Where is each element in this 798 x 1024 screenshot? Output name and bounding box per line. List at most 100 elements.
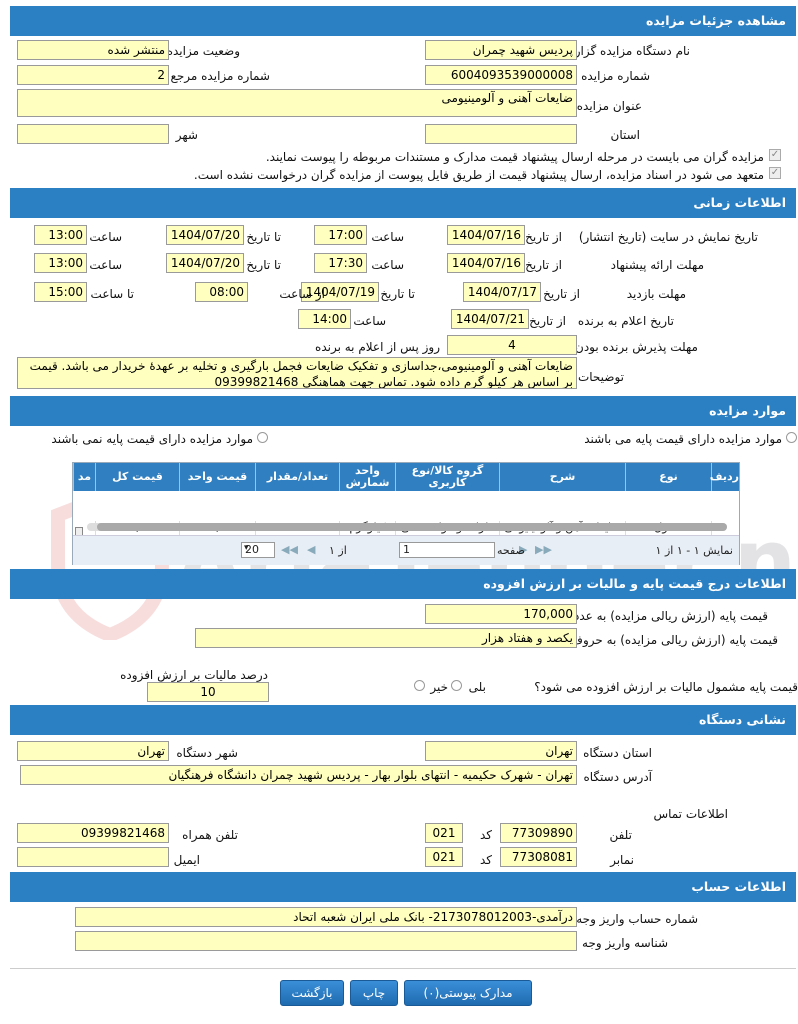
ref-label: شماره مزایده مرجع bbox=[170, 69, 270, 83]
r2-hour2-label: ساعت bbox=[89, 258, 122, 272]
r1-from-label: از تاریخ bbox=[525, 230, 562, 244]
r3-from-hour-label: از ساعت bbox=[279, 287, 325, 301]
attachments-button[interactable]: مدارک پیوستی(۰) bbox=[404, 980, 532, 1006]
accept-deadline-label: مهلت پذیرش برنده بودن bbox=[575, 340, 698, 354]
account-number-field: درآمدی-2173078012003- بانک ملی ایران شعب… bbox=[75, 907, 577, 927]
vat-yes-label: بلی bbox=[468, 680, 486, 694]
mobile-label: تلفن همراه bbox=[182, 828, 238, 842]
without-base-price-radio[interactable] bbox=[257, 432, 268, 443]
r3-to-hour-field: 15:00 bbox=[34, 282, 87, 302]
vat-pct-label: درصد مالیات بر ارزش افزوده bbox=[120, 668, 268, 682]
payment-id-field bbox=[75, 931, 577, 951]
section-account-header: اطلاعات حساب bbox=[10, 872, 796, 902]
fax-code-label: کد bbox=[479, 853, 492, 867]
page-input[interactable]: 1 bbox=[399, 542, 495, 558]
fax-code-field: 021 bbox=[425, 847, 463, 867]
no-file-request-checkbox[interactable]: ✓ bbox=[769, 167, 781, 179]
number-label: شماره مزایده bbox=[581, 69, 650, 83]
org-address-field: تهران - شهرک حکیمیه - انتهای بلوار بهار … bbox=[20, 765, 577, 785]
fax-label: نمابر bbox=[610, 853, 634, 867]
page-of-label: از ۱ bbox=[329, 544, 347, 557]
vat-yes-radio[interactable] bbox=[451, 680, 462, 691]
r3-from-label: از تاریخ bbox=[543, 287, 580, 301]
col-header-group: گروه کالا/نوع کاربری bbox=[395, 463, 499, 491]
city-label: شهر bbox=[175, 128, 198, 142]
fax-field: 77308081 bbox=[500, 847, 577, 867]
r2-to-field: 1404/07/20 bbox=[166, 253, 244, 273]
r3-to-label: تا تاریخ bbox=[380, 287, 415, 301]
org-field: پردیس شهید چمران bbox=[425, 40, 577, 60]
section-details-header: مشاهده جزئیات مزایده bbox=[10, 6, 796, 36]
description-label: توضیحات bbox=[577, 370, 624, 384]
col-header-unit: واحد شمارش bbox=[339, 463, 395, 491]
r3-from-hour-field: 08:00 bbox=[195, 282, 248, 302]
r3-to-hour-label: تا ساعت bbox=[90, 287, 134, 301]
chevron-down-icon: ▾ bbox=[244, 543, 249, 553]
section-address-header: نشانی دستگاه bbox=[10, 705, 796, 735]
attach-docs-checkbox[interactable]: ✓ bbox=[769, 149, 781, 161]
contact-info-label: اطلاعات تماس bbox=[653, 807, 728, 821]
org-province-field: تهران bbox=[425, 741, 577, 761]
vat-no-label: خیر bbox=[430, 680, 448, 694]
r2-to-time-field: 13:00 bbox=[34, 253, 87, 273]
phone-field: 77309890 bbox=[500, 823, 577, 843]
description-field: ضایعات آهنی و آلومینیومی،جداسازی و تفکیک… bbox=[17, 357, 577, 389]
r1-from-field: 1404/07/16 bbox=[447, 225, 525, 245]
email-label: ایمیل bbox=[173, 853, 200, 867]
showing-text: نمایش ۱ - ۱ از ۱ bbox=[655, 544, 733, 557]
phone-code-field: 021 bbox=[425, 823, 463, 843]
ref-field: 2 bbox=[17, 65, 169, 85]
r2-to-label: تا تاریخ bbox=[246, 258, 281, 272]
r1-from-time-field: 17:00 bbox=[314, 225, 367, 245]
phone-label: تلفن bbox=[609, 828, 632, 842]
account-number-label: شماره حساب واریز وجه bbox=[576, 912, 698, 926]
mobile-field: 09399821468 bbox=[17, 823, 169, 843]
scrollbar-thumb[interactable] bbox=[97, 523, 727, 531]
r3-from-field: 1404/07/17 bbox=[463, 282, 541, 302]
pager-next-icon[interactable]: ◀ bbox=[307, 543, 315, 556]
r2-from-field: 1404/07/16 bbox=[447, 253, 525, 273]
base-num-label: قیمت پایه (ارزش ریالی مزایده) به عدد bbox=[573, 609, 768, 623]
r1-to-field: 1404/07/20 bbox=[166, 225, 244, 245]
section-items-header: موارد مزایده bbox=[10, 396, 796, 426]
col-header-unit-price: قیمت واحد bbox=[179, 463, 255, 491]
back-button[interactable]: بازگشت bbox=[280, 980, 344, 1006]
r1-to-time-field: 13:00 bbox=[34, 225, 87, 245]
winner-date-label: تاریخ اعلام به برنده bbox=[577, 314, 674, 328]
email-field bbox=[17, 847, 169, 867]
items-grid: ردیف نوع شرح گروه کالا/نوع کاربری واحد ش… bbox=[72, 462, 740, 565]
col-header-more: مد bbox=[73, 463, 95, 491]
pager-first-icon[interactable]: ▶▶ bbox=[535, 543, 552, 556]
status-field: منتشر شده bbox=[17, 40, 169, 60]
without-base-price-label: موارد مزایده دارای قیمت پایه نمی باشند bbox=[51, 432, 253, 446]
title-field: ضایعات آهنی و آلومینیومی bbox=[17, 89, 577, 117]
print-button[interactable]: چاپ bbox=[350, 980, 398, 1006]
org-label: نام دستگاه مزایده گزار bbox=[574, 44, 690, 58]
col-header-qty: تعداد/مقدار bbox=[255, 463, 339, 491]
number-field: 6004093539000008 bbox=[425, 65, 577, 85]
phone-code-label: کد bbox=[479, 828, 492, 842]
accept-days-suffix: روز پس از اعلام به برنده bbox=[315, 340, 440, 354]
vat-pct-field: 10 bbox=[147, 682, 269, 702]
pager: نمایش ۱ - ۱ از ۱ ▶▶ ▶ صفحه 1 از ۱ ◀ ◀◀ 2… bbox=[73, 535, 739, 565]
r4-time-field: 14:00 bbox=[298, 309, 351, 329]
pager-last-icon[interactable]: ◀◀ bbox=[281, 543, 298, 556]
col-header-total: قیمت کل bbox=[95, 463, 179, 491]
org-province-label: استان دستگاه bbox=[583, 746, 652, 760]
r1-hour-label: ساعت bbox=[371, 230, 404, 244]
r2-from-time-field: 17:30 bbox=[314, 253, 367, 273]
table-row[interactable]: منقول ضایعات آهن و آلومینیومی فلزات و مو… bbox=[73, 491, 739, 543]
title-label: عنوان مزایده bbox=[576, 99, 642, 113]
status-label: وضعیت مزایده bbox=[166, 44, 240, 58]
page-size-select[interactable]: 20 ▾ bbox=[241, 542, 275, 558]
accept-days-field: 4 bbox=[447, 335, 577, 355]
section-price-header: اطلاعات درج قیمت پایه و مالیات بر ارزش ا… bbox=[10, 569, 796, 599]
with-base-price-radio[interactable] bbox=[786, 432, 797, 443]
with-base-price-label: موارد مزایده دارای قیمت پایه می باشند bbox=[584, 432, 782, 446]
horizontal-scrollbar[interactable] bbox=[87, 523, 727, 531]
visit-deadline-label: مهلت بازدید bbox=[626, 287, 686, 301]
city-field bbox=[17, 124, 169, 144]
col-header-row: ردیف bbox=[710, 463, 739, 491]
divider bbox=[10, 968, 796, 969]
vat-no-radio[interactable] bbox=[414, 680, 425, 691]
